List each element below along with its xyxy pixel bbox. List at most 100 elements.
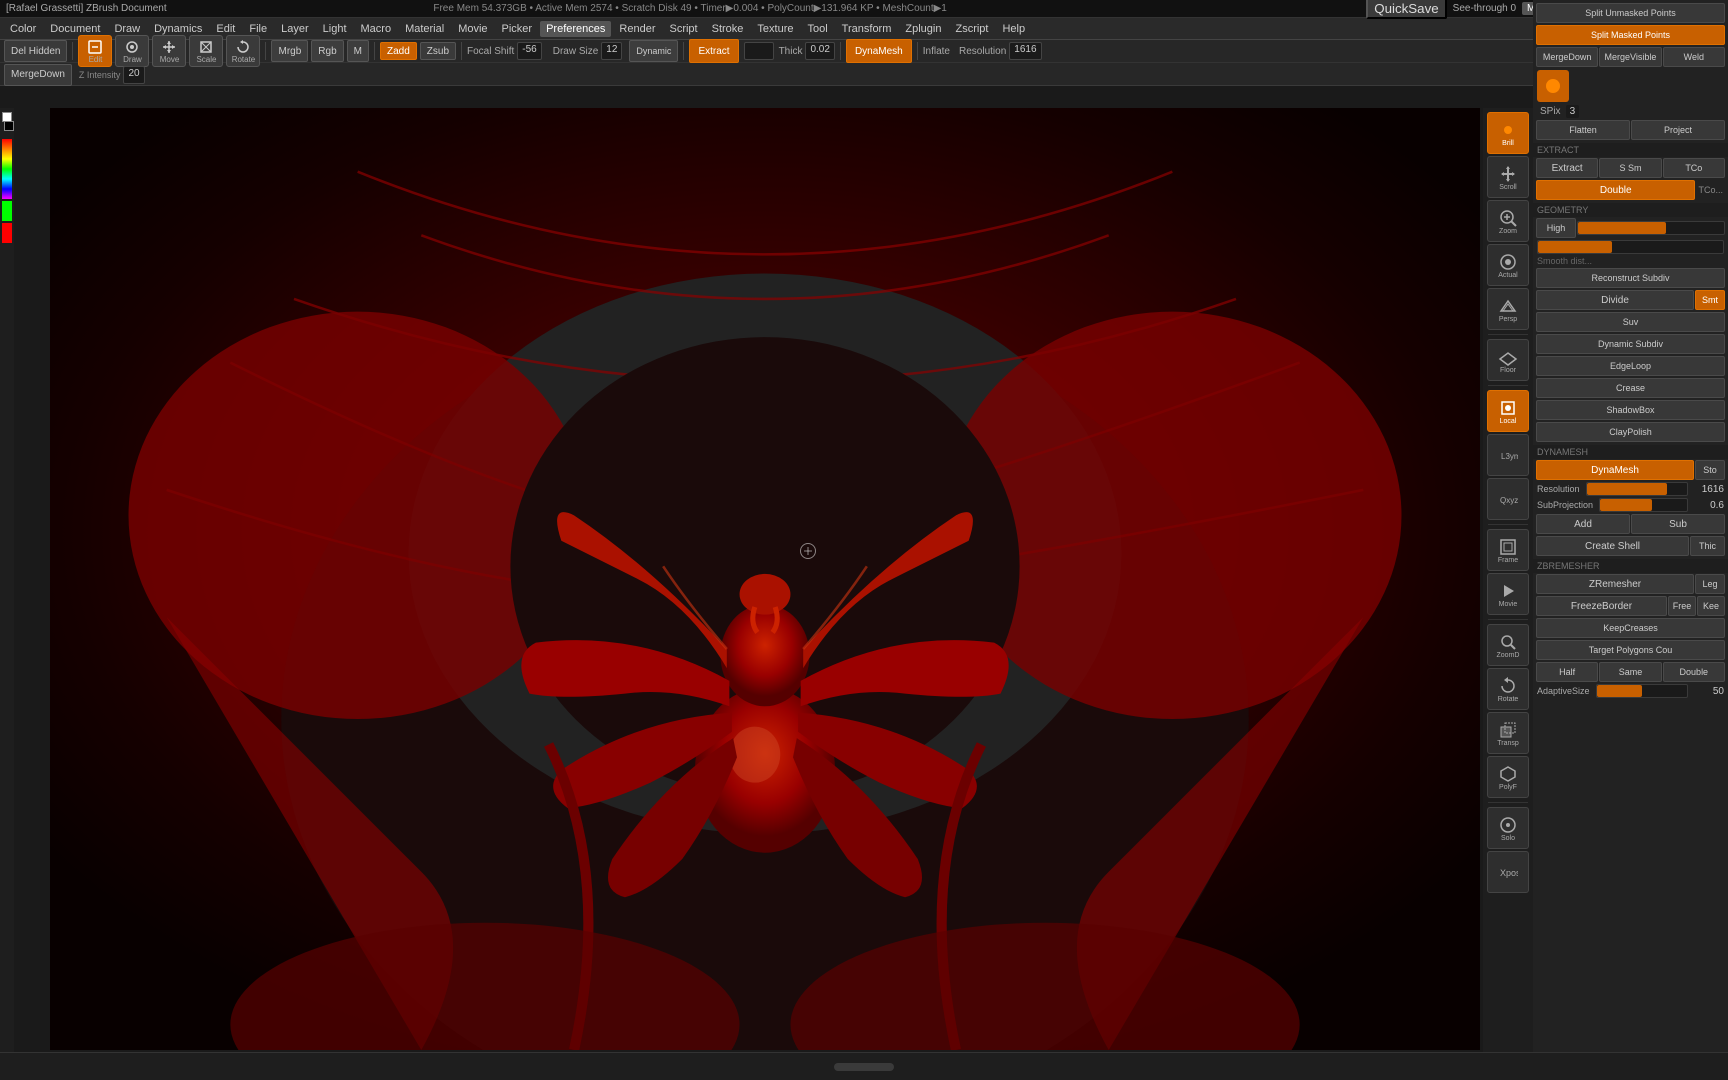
quick-save-button[interactable]: QuickSave: [1366, 0, 1446, 19]
flatten-button[interactable]: Flatten: [1536, 120, 1630, 140]
solo-icon[interactable]: Solo: [1487, 807, 1529, 849]
free-button[interactable]: Free: [1668, 596, 1696, 616]
legacy-button[interactable]: Leg: [1695, 574, 1725, 594]
menu-preferences[interactable]: Preferences: [540, 21, 611, 37]
high-button[interactable]: High: [1536, 218, 1576, 238]
weld-button[interactable]: Weld: [1663, 47, 1725, 67]
edge-loop-button[interactable]: EdgeLoop: [1536, 356, 1725, 376]
dynamic-subdiv-button[interactable]: Dynamic Subdiv: [1536, 334, 1725, 354]
menu-layer[interactable]: Layer: [275, 21, 315, 37]
rgb-button[interactable]: Rgb: [311, 40, 343, 62]
menu-render[interactable]: Render: [613, 21, 661, 37]
brill-panel-icon[interactable]: [1537, 70, 1569, 102]
sub-button[interactable]: Sub: [1631, 514, 1725, 534]
mrgb-button[interactable]: Mrgb: [271, 40, 308, 62]
canvas-area[interactable]: [50, 108, 1480, 1050]
tco-button[interactable]: TCo: [1663, 158, 1725, 178]
scroll-icon[interactable]: Scroll: [1487, 156, 1529, 198]
thickness-rp-button[interactable]: Thic: [1690, 536, 1725, 556]
freeze-border-button[interactable]: FreezeBorder: [1536, 596, 1667, 616]
background-color[interactable]: [4, 121, 14, 131]
same-button[interactable]: Same: [1599, 662, 1661, 682]
divide-button[interactable]: Divide: [1536, 290, 1694, 310]
dynamesh-button[interactable]: DynaMesh: [846, 39, 912, 63]
draw-size-value[interactable]: 12: [601, 42, 622, 60]
crease-button[interactable]: Crease: [1536, 378, 1725, 398]
target-polygons-button[interactable]: Target Polygons Cou: [1536, 640, 1725, 660]
keep-creases-button[interactable]: KeepCreases: [1536, 618, 1725, 638]
merge-down-button[interactable]: MergeDown: [4, 64, 72, 86]
menu-movie[interactable]: Movie: [452, 21, 493, 37]
menu-macro[interactable]: Macro: [355, 21, 398, 37]
menu-zscript[interactable]: Zscript: [949, 21, 994, 37]
menu-picker[interactable]: Picker: [496, 21, 539, 37]
persp-icon[interactable]: Persp: [1487, 288, 1529, 330]
menu-help[interactable]: Help: [996, 21, 1031, 37]
zsub-button[interactable]: Zsub: [420, 42, 456, 60]
double-button[interactable]: Double: [1536, 180, 1695, 200]
menu-color[interactable]: Color: [4, 21, 42, 37]
resolution-value[interactable]: 1616: [1009, 42, 1041, 60]
frame-icon[interactable]: Frame: [1487, 529, 1529, 571]
zadd-button[interactable]: Zadd: [380, 42, 417, 60]
menu-zplugin[interactable]: Zplugin: [899, 21, 947, 37]
spix-value[interactable]: 3: [1566, 105, 1580, 118]
extract-button[interactable]: Extract: [689, 39, 738, 63]
green-color[interactable]: [2, 201, 12, 221]
clay-polish-button[interactable]: ClayPolish: [1536, 422, 1725, 442]
reconstruct-subdiv-button[interactable]: Reconstruct Subdiv: [1536, 268, 1725, 288]
double-rp-button[interactable]: Double: [1663, 662, 1725, 682]
actual-icon[interactable]: Actual: [1487, 244, 1529, 286]
menu-stroke[interactable]: Stroke: [706, 21, 750, 37]
l3ym-icon[interactable]: L3ym: [1487, 434, 1529, 476]
dynamesh-panel-button[interactable]: DynaMesh: [1536, 460, 1694, 480]
menu-transform[interactable]: Transform: [836, 21, 898, 37]
polyf-icon[interactable]: PolyF: [1487, 756, 1529, 798]
del-hidden-button[interactable]: Del Hidden: [4, 40, 67, 62]
menu-script[interactable]: Script: [663, 21, 703, 37]
red-color[interactable]: [2, 223, 12, 243]
z-intensity-value[interactable]: 20: [123, 66, 144, 84]
split-unmasked-button[interactable]: Split Unmasked Points: [1536, 3, 1725, 23]
xpose-icon[interactable]: Xpose: [1487, 851, 1529, 893]
qxyz-icon[interactable]: Qxyz: [1487, 478, 1529, 520]
project-button[interactable]: Project: [1631, 120, 1725, 140]
zoomd-icon[interactable]: ZoomD: [1487, 624, 1529, 666]
half-button[interactable]: Half: [1536, 662, 1598, 682]
split-masked-button[interactable]: Split Masked Points: [1536, 25, 1725, 45]
menu-light[interactable]: Light: [317, 21, 353, 37]
merge-visible-button[interactable]: MergeVisible: [1599, 47, 1661, 67]
color-picker-strip[interactable]: [2, 139, 12, 199]
zoom-icon[interactable]: Zoom: [1487, 200, 1529, 242]
adaptive-size-slider[interactable]: [1596, 684, 1688, 698]
local-icon[interactable]: Local: [1487, 390, 1529, 432]
geometry-slider[interactable]: [1577, 221, 1725, 235]
transp-icon[interactable]: Transp: [1487, 712, 1529, 754]
sto-button[interactable]: Sto: [1695, 460, 1725, 480]
shadow-box-button[interactable]: ShadowBox: [1536, 400, 1725, 420]
focal-shift-value[interactable]: -56: [517, 42, 541, 60]
s-smooth-button[interactable]: S Sm: [1599, 158, 1661, 178]
resolution-slider[interactable]: [1586, 482, 1688, 496]
zremesher-button[interactable]: ZRemesher: [1536, 574, 1694, 594]
sub-projection-slider[interactable]: [1599, 498, 1688, 512]
menu-material[interactable]: Material: [399, 21, 450, 37]
dynamic-button[interactable]: Dynamic: [629, 40, 678, 62]
smt-button[interactable]: Smt: [1695, 290, 1725, 310]
floor-icon[interactable]: Floor: [1487, 339, 1529, 381]
create-shell-button[interactable]: Create Shell: [1536, 536, 1689, 556]
suv-button[interactable]: Suv: [1536, 312, 1725, 332]
menu-tool[interactable]: Tool: [801, 21, 833, 37]
merge-down-rp-button[interactable]: MergeDown: [1536, 47, 1598, 67]
extract-rp-button[interactable]: Extract: [1536, 158, 1598, 178]
smooth-slider[interactable]: [1537, 240, 1724, 254]
scroll-indicator[interactable]: [834, 1063, 894, 1071]
brill-icon[interactable]: Brill: [1487, 112, 1529, 154]
kee-button[interactable]: Kee: [1697, 596, 1725, 616]
movie-icon[interactable]: Movie: [1487, 573, 1529, 615]
thick-value[interactable]: 0.02: [805, 42, 834, 60]
rotate-icon[interactable]: Rotate: [1487, 668, 1529, 710]
m-button[interactable]: M: [347, 40, 369, 62]
menu-texture[interactable]: Texture: [751, 21, 799, 37]
add-button[interactable]: Add: [1536, 514, 1630, 534]
